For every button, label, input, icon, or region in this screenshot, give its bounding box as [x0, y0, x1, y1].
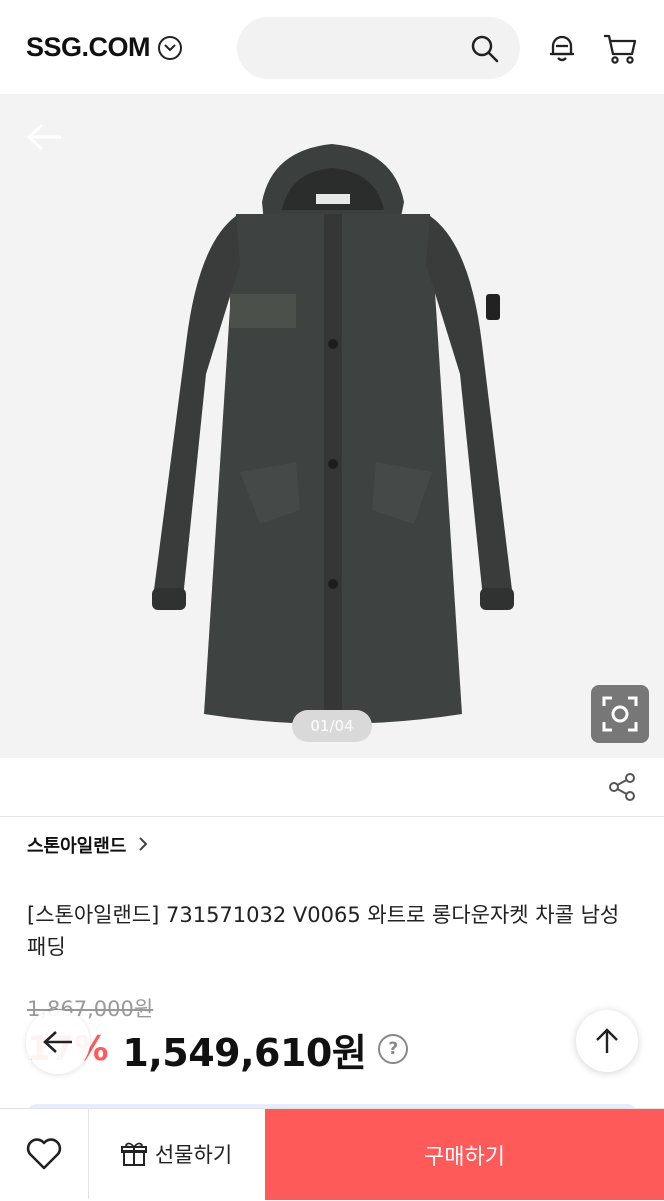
- buy-button[interactable]: 구매하기: [265, 1109, 664, 1200]
- search-bar[interactable]: [237, 17, 520, 79]
- floating-back-button[interactable]: [26, 1010, 90, 1074]
- logo-text: SSG.COM: [26, 32, 151, 62]
- sale-price: 1,549,610원: [122, 1030, 367, 1075]
- image-search-button[interactable]: [591, 685, 649, 743]
- product-image-gallery[interactable]: 01/04: [0, 94, 664, 758]
- bottom-action-bar: 선물하기 구매하기: [0, 1108, 664, 1201]
- header: SSG.COM: [0, 0, 664, 94]
- search-icon[interactable]: [470, 34, 500, 68]
- arrow-up-icon: [596, 1028, 618, 1053]
- image-counter: 01/04: [292, 710, 372, 742]
- site-logo[interactable]: SSG.COM: [26, 32, 183, 63]
- cart-icon[interactable]: [602, 32, 638, 70]
- scroll-top-button[interactable]: [576, 1010, 638, 1072]
- share-row: [0, 758, 664, 817]
- camera-lens-icon: [602, 696, 638, 732]
- chevron-right-icon: [138, 833, 148, 857]
- gift-label: 선물하기: [154, 1143, 233, 1167]
- wishlist-button[interactable]: [0, 1109, 89, 1199]
- price-help-icon[interactable]: ?: [378, 1034, 409, 1064]
- back-arrow-icon: [43, 1031, 72, 1053]
- gift-icon: [120, 1142, 147, 1166]
- buy-label: 구매하기: [424, 1144, 505, 1170]
- gift-button[interactable]: 선물하기: [88, 1109, 265, 1199]
- heart-icon: [26, 1138, 62, 1170]
- share-icon[interactable]: [607, 772, 637, 806]
- product-image-jacket: [152, 144, 514, 724]
- back-arrow-icon[interactable]: [26, 122, 64, 156]
- brand-link[interactable]: 스톤아일랜드: [27, 832, 148, 858]
- brand-name: 스톤아일랜드: [27, 836, 127, 857]
- product-title: [스톤아일랜드] 731571032 V0065 와트로 롱다운자켓 차콜 남성…: [27, 903, 620, 959]
- chevron-down-icon[interactable]: [158, 35, 183, 60]
- notification-bell-icon[interactable]: [546, 32, 578, 68]
